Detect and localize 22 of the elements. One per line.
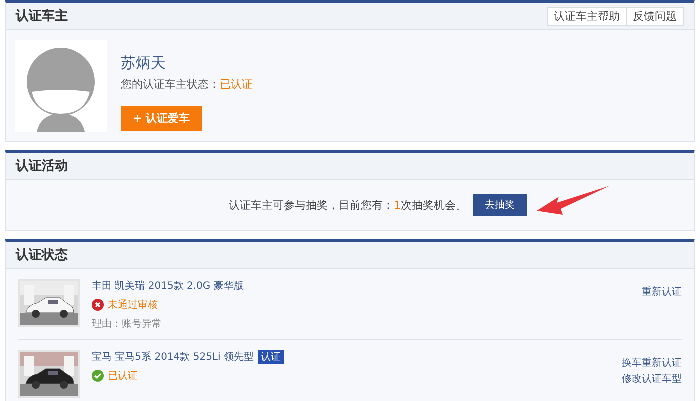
avatar-icon xyxy=(15,40,107,132)
section-title: 认证活动 xyxy=(16,158,68,175)
header-link[interactable]: 认证车主帮助 xyxy=(547,6,627,26)
status-text: 已认证 xyxy=(108,370,138,383)
status-text: 未通过审核 xyxy=(108,298,158,312)
section-title: 认证状态 xyxy=(16,247,68,264)
car-model[interactable]: 宝马 宝马5系 2014款 525Li 领先型 xyxy=(92,350,254,364)
lottery-notice: 认证车主可参与抽奖，目前您有：1次抽奖机会。 xyxy=(229,198,467,212)
user-name: 苏炳天 xyxy=(121,54,166,73)
header-link[interactable]: 反馈问题 xyxy=(626,6,684,26)
status-label: 您的认证车主状态： xyxy=(121,78,220,91)
car-model[interactable]: 丰田 凯美瑞 2015款 2.0G 豪华版 xyxy=(92,279,244,293)
section-title: 认证车主 xyxy=(16,8,68,25)
action-link[interactable]: 重新认证 xyxy=(642,285,682,299)
error-icon xyxy=(92,299,104,311)
action-link[interactable]: 修改认证车型 xyxy=(622,372,682,386)
reason-text: 理由：账号异常 xyxy=(92,318,163,331)
certified-badge: 认证 xyxy=(258,350,284,364)
lottery-button[interactable]: 去抽奖 xyxy=(473,194,527,216)
action-link[interactable]: 换车重新认证 xyxy=(622,356,682,370)
status-value: 已认证 xyxy=(220,78,253,91)
check-icon xyxy=(92,370,104,382)
